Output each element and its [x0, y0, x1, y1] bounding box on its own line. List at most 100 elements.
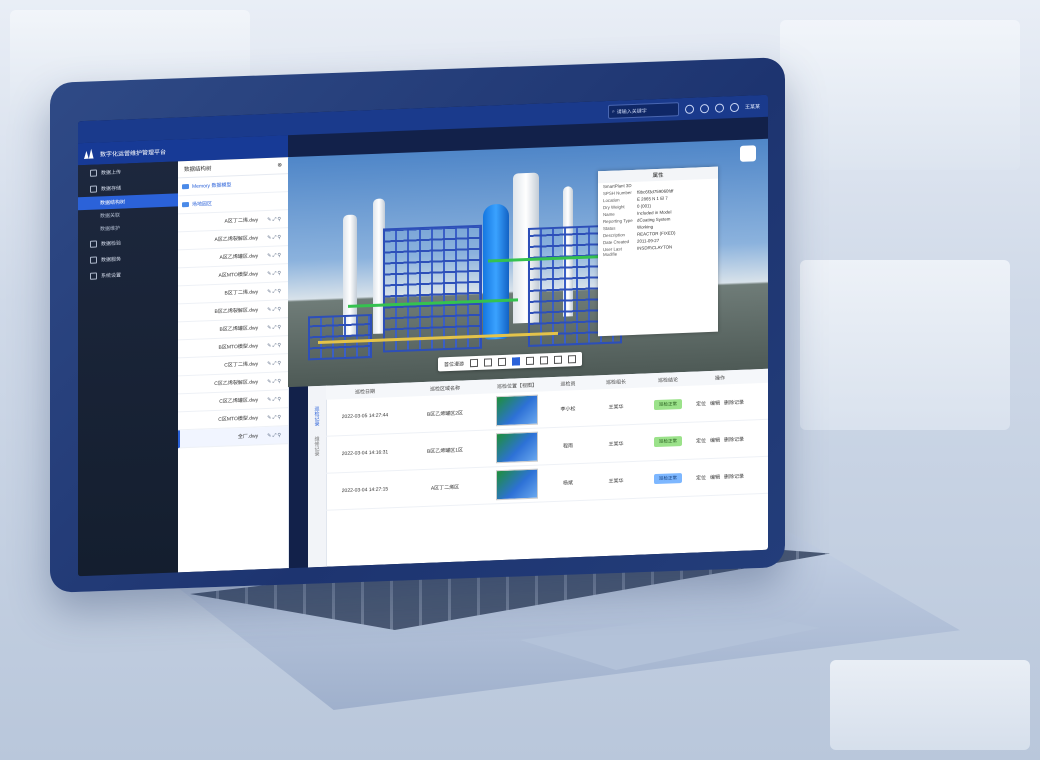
section-icon[interactable] — [498, 357, 507, 367]
home-icon[interactable] — [684, 104, 694, 114]
delete-link[interactable]: 删除记录 — [724, 398, 744, 406]
sidebar-item-settings[interactable]: 系统设置 — [78, 264, 178, 284]
edit-link[interactable]: 编辑 — [710, 399, 720, 406]
column-header: 巡检位置【视图】 — [496, 382, 537, 390]
locate-link[interactable]: 定位 — [696, 400, 706, 407]
sidebar-item-label: 数据维护 — [100, 225, 121, 233]
delete-link[interactable]: 删除记录 — [724, 472, 744, 480]
cell-result: 巡检正常 — [644, 473, 692, 485]
file-actions-icon[interactable]: ✎⤢⚲ — [267, 306, 282, 313]
file-name: B区丁二烯.dwy — [224, 289, 259, 297]
clock-icon[interactable] — [699, 103, 709, 113]
file-actions-icon[interactable]: ✎⤢⚲ — [267, 216, 282, 223]
file-actions-icon[interactable]: ✎⤢⚲ — [267, 342, 282, 349]
user-name[interactable]: 王某某 — [745, 103, 760, 111]
properties-panel: 属性 SmartPlant 3D SPSH Number f8bc6f3d7590… — [598, 166, 718, 337]
roam-mode-label[interactable]: 首位漫游 — [444, 360, 464, 368]
cell-ops: 定位 编辑 删除记录 — [692, 398, 748, 407]
selected-reactor-vessel[interactable] — [483, 203, 509, 340]
search-icon: ⌕ — [611, 108, 615, 115]
sidebar-item-label: 数据服务 — [101, 256, 122, 263]
tree-group-label: 场地园区 — [192, 201, 213, 208]
search-placeholder: 请输入关键字 — [616, 107, 647, 116]
file-actions-icon[interactable]: ✎⤢⚲ — [267, 252, 282, 259]
file-name: A区乙烯裂解区.dwy — [214, 235, 259, 244]
property-key: User Last Modifie — [603, 246, 622, 258]
cell-ops: 定位 编辑 删除记录 — [692, 435, 748, 444]
view-thumbnail[interactable] — [496, 394, 538, 427]
file-actions-icon[interactable]: ✎⤢⚲ — [267, 324, 282, 331]
file-actions-icon[interactable]: ✎⤢⚲ — [267, 288, 282, 295]
status-badge: 巡检正常 — [654, 436, 682, 448]
file-actions-icon[interactable]: ✎⤢⚲ — [267, 270, 282, 277]
locate-link[interactable]: 定位 — [696, 474, 706, 481]
sidebar-item-label: 数据存储 — [101, 185, 122, 192]
cell-result: 巡检正常 — [644, 399, 692, 411]
sidebar-item-label: 数据检验 — [101, 240, 122, 247]
layers-icon[interactable] — [540, 356, 549, 365]
file-name: A区乙烯罐区.dwy — [219, 253, 259, 261]
tab-repair-records[interactable]: 维修记录 — [314, 436, 321, 456]
select-icon[interactable] — [512, 357, 521, 366]
cell-view[interactable] — [486, 431, 548, 464]
cell-leader: 王某华 — [608, 477, 624, 485]
column-header: 巡检员 — [560, 380, 576, 388]
view-thumbnail[interactable] — [496, 468, 538, 501]
file-actions-icon[interactable]: ✎⤢⚲ — [267, 360, 282, 367]
folder-icon — [182, 201, 189, 208]
tree-file-selected[interactable]: 全厂.dwy ✎⤢⚲ — [178, 426, 288, 449]
explode-icon[interactable] — [526, 356, 535, 366]
view-thumbnail[interactable] — [496, 431, 538, 464]
property-value: INSDR\CLAYTON — [637, 244, 673, 251]
gear-icon — [90, 272, 97, 280]
edit-link[interactable]: 编辑 — [710, 473, 720, 480]
file-name: C区丁二烯.dwy — [224, 361, 259, 369]
tree-group-label: Memory 数据模型 — [192, 182, 232, 190]
home-view-icon[interactable] — [470, 358, 479, 368]
search-input[interactable]: ⌕ 请输入关键字 — [607, 102, 679, 119]
cell-ops: 定位 编辑 删除记录 — [692, 472, 748, 481]
close-icon[interactable]: ⊗ — [277, 162, 282, 168]
view-cube-icon[interactable] — [740, 145, 756, 162]
cell-view[interactable] — [486, 468, 548, 501]
cell-date: 2022-03-04 14:16:31 — [341, 449, 389, 458]
structure-tree-panel: 数据结构树 ⊗ Memory 数据模型 场地园区 A区丁二烯.dwy ✎⤢⚲ A区… — [178, 157, 289, 573]
tab-inspection-records[interactable]: 巡检记录 — [314, 406, 321, 426]
status-badge: 巡检正常 — [654, 473, 682, 485]
edit-link[interactable]: 编辑 — [710, 436, 720, 443]
mail-icon[interactable] — [714, 102, 724, 113]
background-building — [780, 20, 1020, 170]
file-name: A区MTO模型.dwy — [218, 271, 259, 279]
measure-icon[interactable] — [484, 358, 493, 367]
share-icon[interactable] — [729, 102, 739, 112]
storage-icon — [90, 185, 97, 193]
sidebar-item-label: 数据结构树 — [100, 199, 126, 207]
file-actions-icon[interactable]: ✎⤢⚲ — [267, 414, 282, 421]
cell-leader: 王某华 — [608, 440, 624, 448]
fullscreen-icon[interactable] — [568, 355, 577, 364]
folder-icon — [182, 183, 189, 190]
view-toolbar: 首位漫游 — [438, 351, 583, 372]
cell-view[interactable] — [486, 394, 548, 427]
file-name: B区MTO模型.dwy — [218, 343, 259, 351]
background-building — [800, 260, 1010, 430]
file-actions-icon[interactable]: ✎⤢⚲ — [267, 378, 282, 385]
file-name: 全厂.dwy — [237, 433, 259, 441]
cell-inspector: 程雨 — [562, 442, 573, 450]
file-actions-icon[interactable]: ✎⤢⚲ — [267, 396, 282, 403]
sidebar-item-label: 数据关联 — [100, 212, 121, 220]
delete-link[interactable]: 删除记录 — [724, 435, 744, 443]
file-name: B区乙烯裂解区.dwy — [214, 307, 259, 316]
check-icon — [90, 240, 97, 248]
file-actions-icon[interactable]: ✎⤢⚲ — [267, 432, 282, 439]
background-device — [830, 660, 1030, 750]
cell-area: B区乙烯罐区2区 — [426, 409, 464, 418]
scene: ⌕ 请输入关键字 王某某 数字化运营维护管理平台 数据上传 数据存储 数据结构树… — [0, 0, 1040, 760]
locate-link[interactable]: 定位 — [696, 437, 706, 444]
sidebar-item-label: 数据上传 — [101, 169, 122, 176]
column-header: 巡检日期 — [354, 388, 375, 396]
file-actions-icon[interactable]: ✎⤢⚲ — [267, 234, 282, 241]
settings-icon[interactable] — [554, 355, 563, 364]
app-title: 数字化运营维护管理平台 — [100, 149, 167, 158]
inspection-table: 巡检日期 巡检区域名称 巡检位置【视图】 巡检员 巡检组长 巡检结论 操作 20… — [326, 368, 768, 511]
